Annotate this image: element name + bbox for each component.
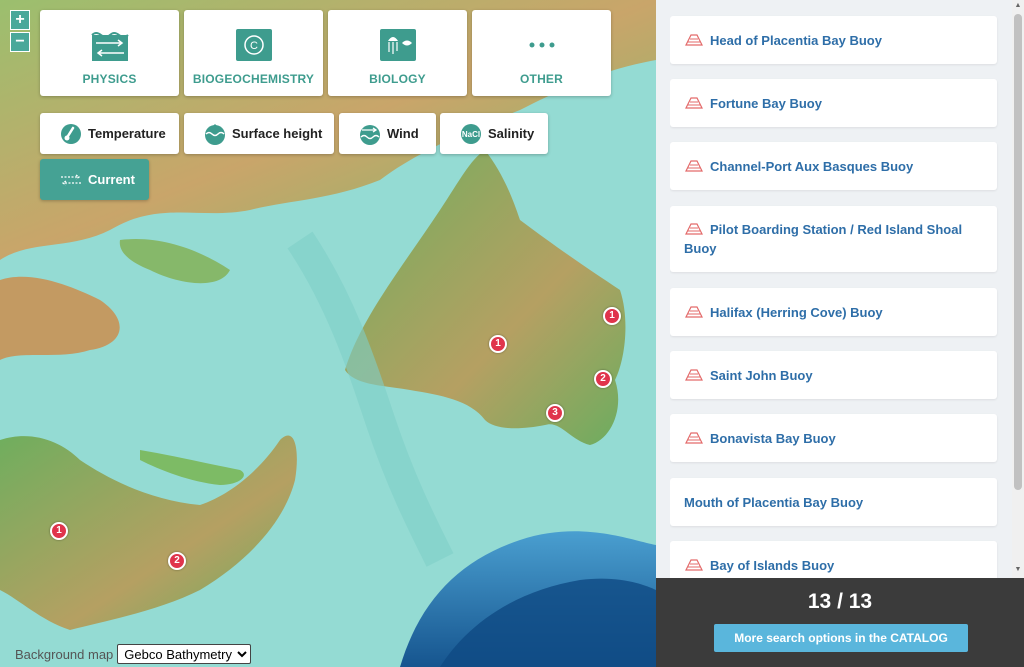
station-item[interactable]: Mouth of Placentia Bay Buoy (670, 478, 997, 526)
filter-label: Wind (387, 126, 419, 141)
station-cluster-marker[interactable]: 2 (594, 370, 612, 388)
background-map-label: Background map (15, 646, 114, 662)
station-cluster-marker[interactable]: 3 (546, 404, 564, 422)
filter-label: Temperature (88, 126, 166, 141)
station-title: Bonavista Bay Buoy (684, 429, 836, 448)
category-physics[interactable]: PHYSICS (40, 10, 179, 96)
station-name: Bonavista Bay Buoy (710, 430, 836, 446)
buoy-icon (685, 558, 703, 571)
category-biology[interactable]: BIOLOGY (328, 10, 467, 96)
station-item[interactable]: Head of Placentia Bay Buoy (670, 16, 997, 64)
station-item[interactable]: Bay of Islands Buoy (670, 541, 997, 578)
station-cluster-marker[interactable]: 1 (603, 307, 621, 325)
buoy-icon (685, 368, 703, 381)
bathymetry-map[interactable] (0, 0, 656, 667)
scroll-down-arrow-icon[interactable]: ▼ (1014, 566, 1022, 573)
result-count: 13 / 13 (807, 590, 873, 613)
buoy-icon (685, 159, 703, 172)
buoy-icon (685, 431, 703, 444)
station-panel: Head of Placentia Bay Buoy Fortune Bay B… (656, 0, 1024, 667)
salinity-icon-text: NaCl (462, 130, 480, 139)
scrollbar-thumb[interactable] (1014, 14, 1022, 490)
filter-wind[interactable]: Wind (339, 113, 436, 154)
results-footer: 13 / 13 More search options in the CATAL… (656, 578, 1024, 667)
current-icon (61, 173, 81, 186)
station-name: Pilot Boarding Station / Red Island Shoa… (684, 222, 963, 256)
buoy-icon (685, 305, 703, 318)
filter-label: Salinity (488, 126, 535, 141)
filter-label: Surface height (232, 126, 323, 141)
scroll-up-arrow-icon[interactable]: ▲ (1014, 2, 1022, 9)
station-cluster-marker[interactable]: 1 (50, 522, 68, 540)
buoy-icon (685, 223, 703, 235)
filter-current[interactable]: Current (40, 159, 149, 200)
salinity-icon: NaCl (461, 123, 481, 144)
zoom-out-button[interactable]: − (10, 32, 30, 52)
biogeochemistry-icon: C (235, 29, 272, 61)
wind-icon (360, 124, 380, 145)
station-title: Mouth of Placentia Bay Buoy (684, 493, 863, 512)
station-cluster-marker[interactable]: 1 (489, 335, 507, 353)
filter-salinity[interactable]: NaCl Salinity (440, 113, 548, 154)
filter-surface-height[interactable]: Surface height (184, 113, 334, 154)
station-name: Head of Placentia Bay Buoy (710, 32, 882, 48)
physics-icon (90, 32, 129, 61)
station-item[interactable]: Channel-Port Aux Basques Buoy (670, 142, 997, 190)
category-other[interactable]: OTHER (472, 10, 611, 96)
biology-icon (379, 29, 416, 61)
station-item[interactable]: Saint John Buoy (670, 351, 997, 399)
category-label: PHYSICS (82, 72, 137, 86)
category-label: BIOLOGY (369, 72, 426, 86)
background-map-select[interactable]: Gebco Bathymetry (117, 644, 252, 664)
more-dots-icon (529, 42, 554, 48)
station-title: Bay of Islands Buoy (684, 556, 834, 575)
buoy-icon (685, 96, 703, 109)
station-name: Mouth of Placentia Bay Buoy (684, 494, 864, 510)
station-item[interactable]: Bonavista Bay Buoy (670, 414, 997, 462)
catalog-search-button[interactable]: More search options in the CATALOG (714, 624, 968, 652)
app: + − PHYSICS C BIOGEOCHEMISTRY BIOLOGY OT… (0, 0, 1024, 667)
zoom-in-button[interactable]: + (10, 10, 30, 30)
station-title: Pilot Boarding Station / Red Island Shoa… (684, 220, 983, 258)
thermometer-icon (61, 123, 81, 144)
filter-temperature[interactable]: Temperature (40, 113, 179, 154)
background-map-control: Background map Gebco Bathymetry (15, 644, 252, 664)
station-title: Channel-Port Aux Basques Buoy (684, 157, 913, 176)
station-cluster-marker[interactable]: 2 (168, 552, 186, 570)
station-name: Fortune Bay Buoy (710, 95, 822, 111)
category-label: BIOGEOCHEMISTRY (192, 72, 315, 86)
buoy-icon (685, 33, 703, 46)
station-name: Bay of Islands Buoy (710, 557, 835, 573)
station-title: Fortune Bay Buoy (684, 94, 822, 113)
filter-label: Current (88, 172, 135, 187)
svg-text:C: C (250, 40, 258, 52)
station-name: Halifax (Herring Cove) Buoy (710, 304, 883, 320)
station-item[interactable]: Fortune Bay Buoy (670, 79, 997, 127)
station-name: Channel-Port Aux Basques Buoy (710, 158, 914, 174)
station-item[interactable]: Pilot Boarding Station / Red Island Shoa… (670, 206, 997, 272)
surface-height-icon (205, 123, 225, 145)
station-title: Halifax (Herring Cove) Buoy (684, 303, 883, 322)
category-biogeochemistry[interactable]: C BIOGEOCHEMISTRY (184, 10, 323, 96)
map[interactable]: + − PHYSICS C BIOGEOCHEMISTRY BIOLOGY OT… (0, 0, 656, 667)
station-item[interactable]: Halifax (Herring Cove) Buoy (670, 288, 997, 336)
station-list[interactable]: Head of Placentia Bay Buoy Fortune Bay B… (670, 0, 1000, 578)
category-label: OTHER (520, 72, 563, 86)
list-scrollbar[interactable]: ▲ ▼ (1012, 0, 1024, 578)
station-title: Saint John Buoy (684, 366, 813, 385)
station-name: Saint John Buoy (710, 367, 813, 383)
station-title: Head of Placentia Bay Buoy (684, 31, 882, 50)
